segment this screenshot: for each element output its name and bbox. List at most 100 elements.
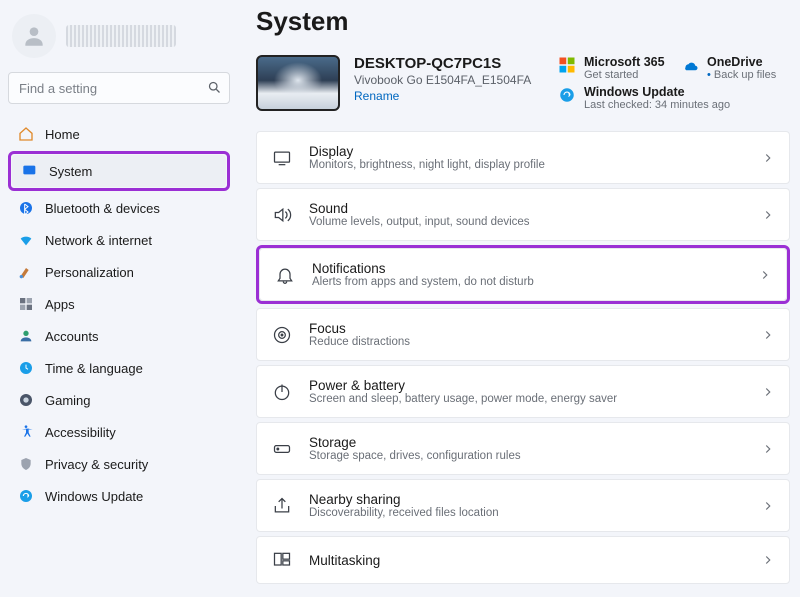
highlight-notifications: NotificationsAlerts from apps and system… (256, 245, 790, 304)
setting-display[interactable]: DisplayMonitors, brightness, night light… (256, 131, 790, 184)
setting-title: Nearby sharing (309, 492, 761, 507)
chevron-right-icon (758, 268, 772, 282)
setting-title: Notifications (312, 261, 758, 276)
system-icon (22, 163, 38, 179)
accounts-icon (18, 328, 34, 344)
tile-onedrive[interactable]: OneDrive•Back up files (681, 55, 790, 81)
nav-personalization[interactable]: Personalization (8, 256, 230, 288)
tile-sub: Last checked: 34 minutes ago (584, 99, 730, 111)
search-box[interactable] (8, 72, 230, 104)
rename-link[interactable]: Rename (354, 89, 399, 103)
highlight-system-nav: System (8, 151, 230, 191)
tile-microsoft-365[interactable]: Microsoft 365Get started (558, 55, 667, 81)
avatar (12, 14, 56, 58)
nav-label: Network & internet (45, 233, 152, 248)
setting-nearby-sharing[interactable]: Nearby sharingDiscoverability, received … (256, 479, 790, 532)
setting-title: Sound (309, 201, 761, 216)
nav-bluetooth[interactable]: Bluetooth & devices (8, 192, 230, 224)
tile-sub: Get started (584, 69, 665, 81)
setting-sub: Screen and sleep, battery usage, power m… (309, 393, 761, 405)
nav-label: Personalization (45, 265, 134, 280)
storage-icon (271, 438, 293, 460)
quick-tiles: Microsoft 365Get started OneDrive•Back u… (558, 55, 790, 111)
setting-title: Display (309, 144, 761, 159)
chevron-right-icon (761, 151, 775, 165)
search-icon (207, 80, 222, 95)
update-icon (18, 488, 34, 504)
onedrive-icon (681, 56, 699, 74)
sound-icon (271, 204, 293, 226)
nav-label: Windows Update (45, 489, 143, 504)
main-content: System DESKTOP-QC7PC1S Vivobook Go E1504… (238, 0, 800, 597)
nav-time[interactable]: Time & language (8, 352, 230, 384)
chevron-right-icon (761, 208, 775, 222)
tile-title: OneDrive (707, 55, 776, 69)
clock-icon (18, 360, 34, 376)
tile-sub: •Back up files (707, 69, 776, 81)
nav-label: Accounts (45, 329, 98, 344)
setting-title: Focus (309, 321, 761, 336)
setting-sound[interactable]: SoundVolume levels, output, input, sound… (256, 188, 790, 241)
shield-icon (18, 456, 34, 472)
chevron-right-icon (761, 553, 775, 567)
setting-title: Power & battery (309, 378, 761, 393)
chevron-right-icon (761, 442, 775, 456)
chevron-right-icon (761, 499, 775, 513)
wifi-icon (18, 232, 34, 248)
device-model: Vivobook Go E1504FA_E1504FA (354, 73, 544, 87)
setting-sub: Alerts from apps and system, do not dist… (312, 276, 758, 288)
nav-network[interactable]: Network & internet (8, 224, 230, 256)
setting-sub: Discoverability, received files location (309, 507, 761, 519)
nav-privacy[interactable]: Privacy & security (8, 448, 230, 480)
nav-label: Home (45, 127, 80, 142)
setting-storage[interactable]: StorageStorage space, drives, configurat… (256, 422, 790, 475)
nav-label: Time & language (45, 361, 143, 376)
brush-icon (18, 264, 34, 280)
user-profile[interactable] (8, 8, 230, 72)
nav-label: Gaming (45, 393, 91, 408)
chevron-right-icon (761, 328, 775, 342)
setting-power[interactable]: Power & batteryScreen and sleep, battery… (256, 365, 790, 418)
nav-label: Apps (45, 297, 75, 312)
apps-icon (18, 296, 34, 312)
gaming-icon (18, 392, 34, 408)
nav-home[interactable]: Home (8, 118, 230, 150)
nav-system[interactable]: System (12, 155, 226, 187)
display-icon (271, 147, 293, 169)
multitasking-icon (271, 549, 293, 571)
nav-gaming[interactable]: Gaming (8, 384, 230, 416)
chevron-right-icon (761, 385, 775, 399)
device-header: DESKTOP-QC7PC1S Vivobook Go E1504FA_E150… (256, 55, 790, 111)
accessibility-icon (18, 424, 34, 440)
setting-multitasking[interactable]: Multitasking (256, 536, 790, 584)
page-title: System (256, 6, 790, 37)
nav-label: Accessibility (45, 425, 116, 440)
setting-focus[interactable]: FocusReduce distractions (256, 308, 790, 361)
microsoft-365-icon (558, 56, 576, 74)
nav-label: Privacy & security (45, 457, 148, 472)
nav-accounts[interactable]: Accounts (8, 320, 230, 352)
search-input[interactable] (8, 72, 230, 104)
device-wallpaper-thumb[interactable] (256, 55, 340, 111)
nav-label: Bluetooth & devices (45, 201, 160, 216)
setting-notifications[interactable]: NotificationsAlerts from apps and system… (259, 248, 787, 301)
setting-sub: Monitors, brightness, night light, displ… (309, 159, 761, 171)
nav-label: System (49, 164, 92, 179)
setting-sub: Volume levels, output, input, sound devi… (309, 216, 761, 228)
home-icon (18, 126, 34, 142)
bluetooth-icon (18, 200, 34, 216)
tile-title: Windows Update (584, 85, 730, 99)
device-info: DESKTOP-QC7PC1S Vivobook Go E1504FA_E150… (354, 55, 544, 105)
focus-icon (271, 324, 293, 346)
nav-windows-update[interactable]: Windows Update (8, 480, 230, 512)
bell-icon (274, 264, 296, 286)
tile-windows-update[interactable]: Windows UpdateLast checked: 34 minutes a… (558, 85, 790, 111)
setting-title: Storage (309, 435, 761, 450)
sidebar: Home System Bluetooth & devices Network … (0, 0, 238, 597)
power-icon (271, 381, 293, 403)
nav-accessibility[interactable]: Accessibility (8, 416, 230, 448)
setting-sub: Storage space, drives, configuration rul… (309, 450, 761, 462)
nav-apps[interactable]: Apps (8, 288, 230, 320)
update-icon (558, 86, 576, 104)
user-name-redacted (66, 25, 176, 47)
